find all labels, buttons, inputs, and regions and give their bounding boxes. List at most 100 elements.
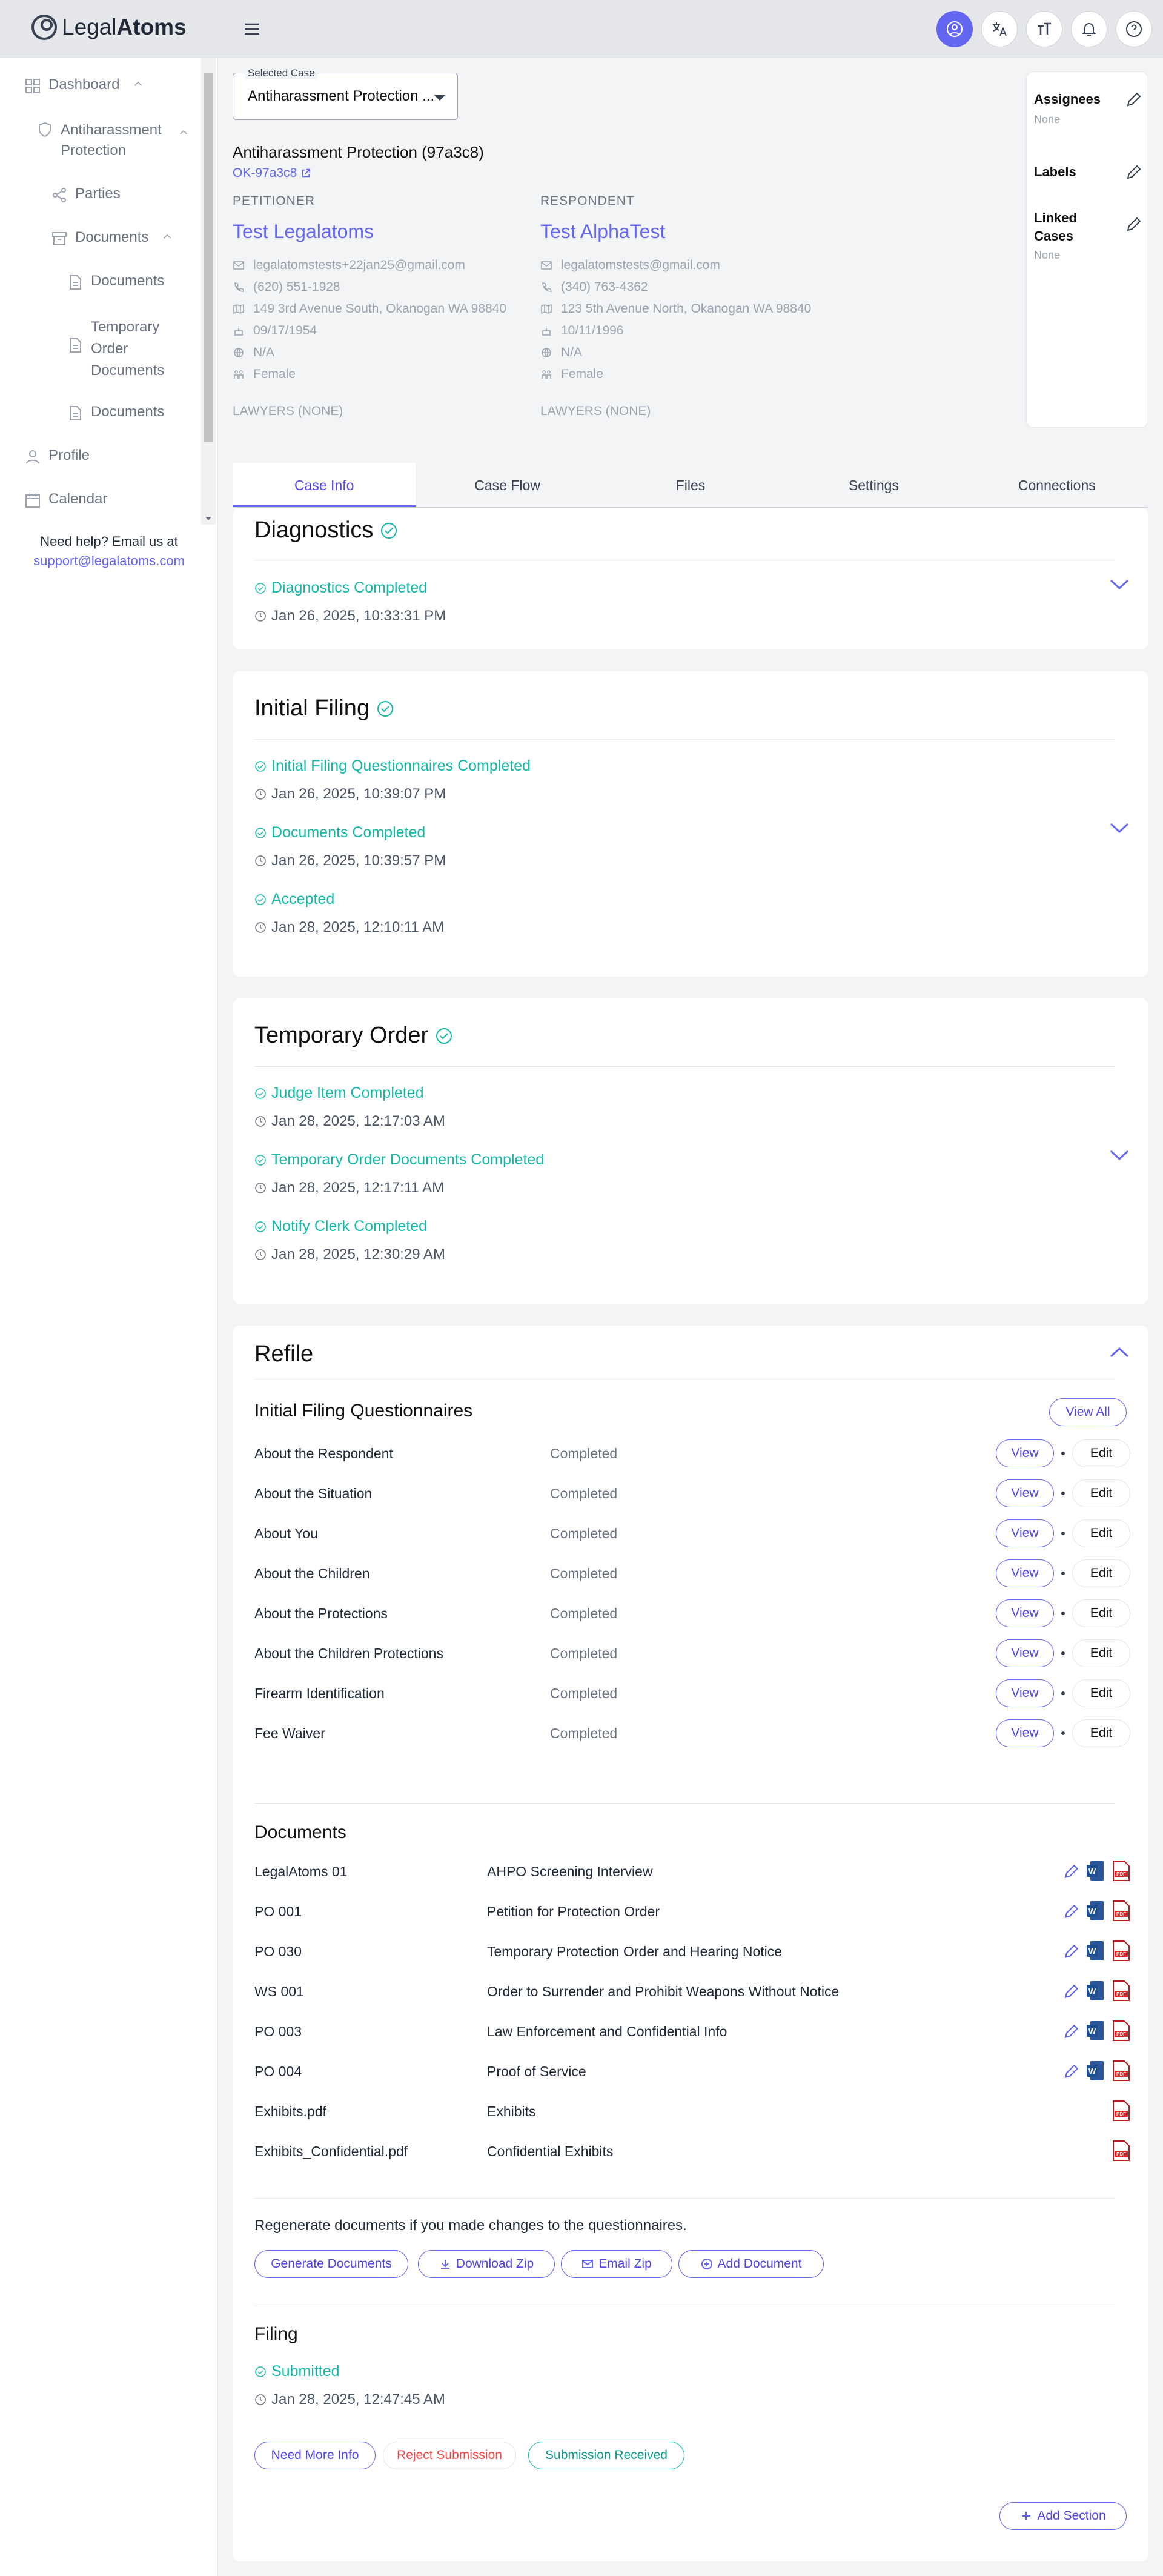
clock-icon — [255, 855, 266, 866]
divider — [254, 739, 1115, 740]
edit-pencil-icon[interactable] — [1062, 1900, 1079, 1922]
sidebar-item-documents[interactable]: Documents — [51, 229, 174, 247]
check-circle-icon — [255, 582, 266, 594]
view-button[interactable]: View — [996, 1439, 1054, 1467]
download-zip-button[interactable]: Download Zip — [418, 2250, 555, 2278]
word-file-icon[interactable]: W — [1085, 2060, 1105, 2082]
pdf-file-icon[interactable]: PDF — [1111, 2020, 1130, 2042]
sidebar-item-documents-sub[interactable]: Documents — [67, 273, 164, 291]
sidebar-label: Documents — [75, 229, 149, 245]
questionnaire-row: About You Completed View Edit — [254, 1519, 1130, 1547]
view-button[interactable]: View — [996, 1719, 1054, 1747]
edit-button[interactable]: Edit — [1072, 1599, 1130, 1627]
document-actions: W PDF — [1062, 1980, 1130, 2002]
document-icon — [70, 275, 81, 290]
dashboard-icon — [25, 79, 40, 93]
party-name-link[interactable]: Test AlphaTest — [540, 221, 843, 243]
edit-labels-pencil-icon[interactable] — [1125, 163, 1143, 181]
button-label: Submission Received — [545, 2448, 668, 2462]
pdf-file-icon[interactable]: PDF — [1111, 2140, 1130, 2162]
party-address: 123 5th Avenue North, Okanogan WA 98840 — [540, 301, 843, 317]
generate-documents-button[interactable]: Generate Documents — [254, 2250, 408, 2278]
sidebar-item-documents-sub2[interactable]: Documents — [67, 403, 164, 422]
document-icon — [70, 406, 81, 420]
edit-button[interactable]: Edit — [1072, 1479, 1130, 1507]
edit-button[interactable]: Edit — [1072, 1559, 1130, 1587]
edit-pencil-icon[interactable] — [1062, 1860, 1079, 1882]
chevron-down-icon[interactable] — [1108, 1147, 1130, 1162]
tab-connections[interactable]: Connections — [966, 463, 1148, 507]
sidebar-item-profile[interactable]: Profile — [24, 447, 90, 465]
pdf-file-icon[interactable]: PDF — [1111, 1940, 1130, 1962]
edit-pencil-icon[interactable] — [1062, 1940, 1079, 1962]
view-button[interactable]: View — [996, 1679, 1054, 1707]
view-all-button[interactable]: View All — [1049, 1398, 1127, 1426]
chevron-up-icon[interactable] — [1108, 1345, 1130, 1359]
edit-button[interactable]: Edit — [1072, 1439, 1130, 1467]
pdf-file-icon[interactable]: PDF — [1111, 1860, 1130, 1882]
support-email-link[interactable]: support@legalatoms.com — [0, 551, 218, 571]
help-button[interactable] — [1116, 11, 1152, 47]
need-more-info-button[interactable]: Need More Info — [254, 2442, 376, 2469]
view-button[interactable]: View — [996, 1479, 1054, 1507]
tab-settings[interactable]: Settings — [782, 463, 965, 507]
word-file-icon[interactable]: W — [1085, 1900, 1105, 1922]
tab-case-info[interactable]: Case Info — [233, 463, 416, 507]
language-button[interactable] — [981, 11, 1018, 47]
text-size-icon — [1038, 22, 1051, 35]
view-button[interactable]: View — [996, 1559, 1054, 1587]
sidebar-item-calendar[interactable]: Calendar — [24, 491, 107, 509]
gender-icon — [234, 370, 244, 379]
word-file-icon[interactable]: W — [1085, 1980, 1105, 2002]
sidebar-item-parties[interactable]: Parties — [51, 185, 121, 204]
edit-button[interactable]: Edit — [1072, 1679, 1130, 1707]
edit-button[interactable]: Edit — [1072, 1519, 1130, 1547]
notifications-button[interactable] — [1071, 11, 1107, 47]
view-button[interactable]: View — [996, 1599, 1054, 1627]
edit-linked-cases-pencil-icon[interactable] — [1125, 215, 1143, 233]
party-name-link[interactable]: Test Legalatoms — [233, 221, 535, 243]
hamburger-menu-icon[interactable] — [241, 18, 263, 40]
sidebar-item-dashboard[interactable]: Dashboard — [24, 76, 145, 95]
tab-case-flow[interactable]: Case Flow — [416, 463, 598, 507]
pdf-file-icon[interactable]: PDF — [1111, 1900, 1130, 1922]
legalatoms-logo[interactable]: LegalAtoms — [30, 13, 187, 41]
reject-submission-button[interactable]: Reject Submission — [383, 2442, 516, 2469]
text-size-button[interactable] — [1026, 11, 1062, 47]
word-file-icon[interactable]: W — [1085, 1940, 1105, 1962]
chevron-down-icon[interactable] — [1108, 577, 1130, 591]
edit-pencil-icon[interactable] — [1062, 2020, 1079, 2042]
edit-button[interactable]: Edit — [1072, 1639, 1130, 1667]
sidebar-item-temporary-order-documents[interactable]: Temporary Order Documents — [67, 316, 188, 382]
other-text: N/A — [253, 345, 275, 359]
submission-received-button[interactable]: Submission Received — [528, 2442, 684, 2469]
add-section-button[interactable]: Add Section — [999, 2502, 1127, 2530]
word-file-icon[interactable]: W — [1085, 1860, 1105, 1882]
pdf-file-icon[interactable]: PDF — [1111, 1980, 1130, 2002]
document-icon — [70, 338, 81, 353]
edit-pencil-icon[interactable] — [1062, 2060, 1079, 2082]
scrollbar-thumb[interactable] — [204, 73, 213, 442]
status-item: Accepted Jan 28, 2025, 12:10:11 AM — [254, 891, 444, 936]
add-document-button[interactable]: Add Document — [678, 2250, 824, 2278]
edit-pencil-icon[interactable] — [1062, 1980, 1079, 2002]
view-button[interactable]: View — [996, 1519, 1054, 1547]
document-code: PO 003 — [254, 2023, 302, 2039]
edit-button[interactable]: Edit — [1072, 1719, 1130, 1747]
tab-files[interactable]: Files — [599, 463, 782, 507]
scroll-down-arrow-icon[interactable] — [204, 514, 213, 523]
clock-icon — [255, 1249, 266, 1260]
account-button[interactable] — [936, 11, 973, 47]
view-button[interactable]: View — [996, 1639, 1054, 1667]
chevron-down-icon[interactable] — [1108, 820, 1130, 835]
word-file-icon[interactable]: W — [1085, 2020, 1105, 2042]
sidebar-item-case[interactable]: Antiharassment Protection — [36, 120, 194, 161]
separator-dot — [1061, 1612, 1065, 1615]
case-number-link[interactable]: OK-97a3c8 — [233, 166, 311, 181]
sidebar-scrollbar[interactable] — [201, 58, 216, 525]
edit-assignees-pencil-icon[interactable] — [1125, 90, 1143, 108]
pdf-file-icon[interactable]: PDF — [1111, 2060, 1130, 2082]
selected-case-dropdown[interactable]: Selected Case Antiharassment Protection … — [233, 67, 458, 120]
pdf-file-icon[interactable]: PDF — [1111, 2100, 1130, 2122]
email-zip-button[interactable]: Email Zip — [561, 2250, 672, 2278]
